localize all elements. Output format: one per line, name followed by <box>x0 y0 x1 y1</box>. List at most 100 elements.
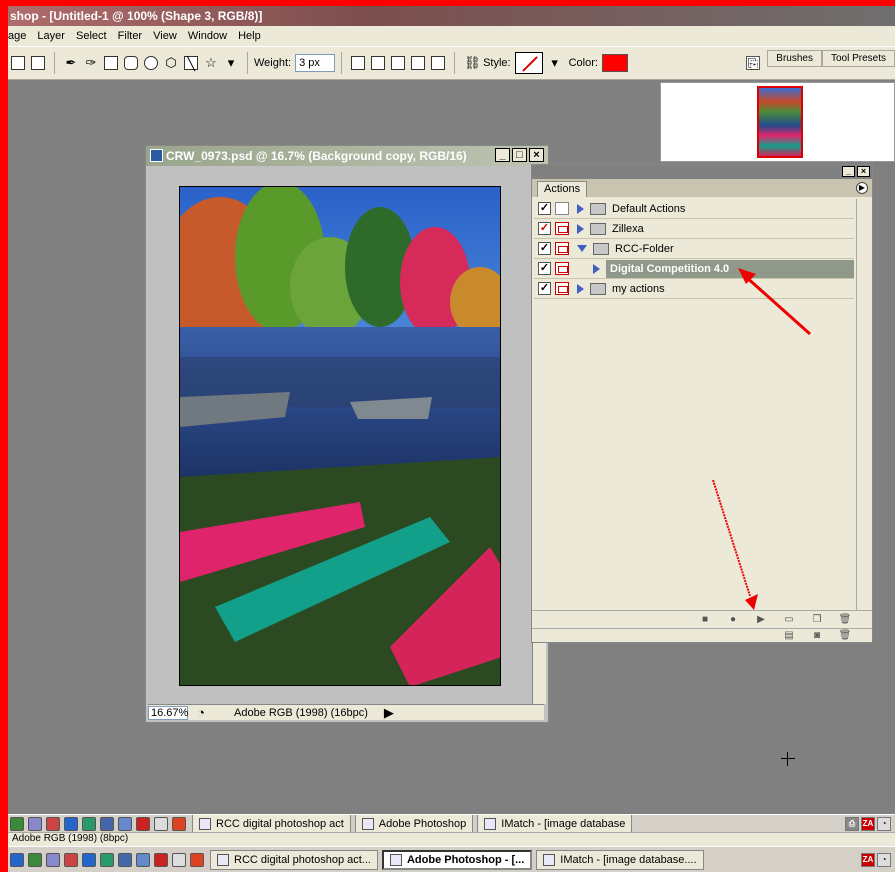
quicklaunch-icon[interactable] <box>172 852 186 867</box>
zonealarm-icon[interactable]: ZA <box>861 852 875 867</box>
action-set-row[interactable]: ✓ my actions <box>534 279 854 299</box>
dialog-toggle[interactable] <box>555 202 569 215</box>
palette-close-button[interactable]: × <box>857 166 870 177</box>
quicklaunch-icon[interactable] <box>82 816 96 831</box>
action-set-row[interactable]: ✓ Zillexa <box>534 219 854 239</box>
maximize-button[interactable]: □ <box>512 148 527 162</box>
quicklaunch-icon[interactable] <box>154 852 168 867</box>
new-action-icon[interactable]: ❐ <box>810 614 824 626</box>
menu-filter[interactable]: Filter <box>118 30 142 42</box>
status-info-icon[interactable]: ◔ <box>194 705 208 720</box>
exclude-shape-icon[interactable] <box>431 56 446 70</box>
palette-titlebar[interactable]: _ × <box>532 165 872 179</box>
quicklaunch-icon[interactable] <box>136 816 150 831</box>
quicklaunch-icon[interactable] <box>190 852 204 867</box>
color-swatch[interactable] <box>601 54 628 72</box>
action-row-selected[interactable]: ✓ Digital Competition 4.0 <box>534 259 854 279</box>
chevron-down-icon[interactable]: ▾ <box>548 56 562 70</box>
task-imatch[interactable]: IMatch - [image database.... <box>536 849 704 870</box>
expand-triangle-icon[interactable] <box>577 203 584 214</box>
quicklaunch-icon[interactable] <box>28 852 42 867</box>
quicklaunch-icon[interactable] <box>82 852 96 867</box>
quicklaunch-icon[interactable] <box>28 816 42 831</box>
tray-icon[interactable]: ⎙ <box>845 816 859 831</box>
menu-window[interactable]: Window <box>188 30 227 42</box>
stop-icon[interactable]: ■ <box>698 614 712 626</box>
quicklaunch-icon[interactable] <box>100 816 114 831</box>
dialog-toggle[interactable] <box>555 222 569 235</box>
photo-canvas[interactable] <box>179 186 501 686</box>
task-adobe-photoshop[interactable]: Adobe Photoshop <box>354 815 474 832</box>
weight-input[interactable]: 3 px <box>295 54 336 72</box>
close-button[interactable]: × <box>529 148 544 162</box>
quicklaunch-icon[interactable] <box>172 816 186 831</box>
task-adobe-photoshop[interactable]: Adobe Photoshop - [... <box>381 849 533 870</box>
quicklaunch-icon[interactable] <box>154 816 168 831</box>
expand-triangle-icon[interactable] <box>577 283 584 294</box>
new-set-folder-icon[interactable]: ▭ <box>782 614 796 626</box>
quicklaunch-icon[interactable] <box>64 816 78 831</box>
rectangle-tool-icon[interactable] <box>104 56 118 70</box>
tray-icon[interactable]: ◔ <box>877 816 891 831</box>
record-icon[interactable]: ● <box>726 614 740 626</box>
pen-tool-icon[interactable]: ✒ <box>64 56 78 70</box>
task-rcc-digital[interactable]: RCC digital photoshop act <box>192 815 351 832</box>
palette-well-icon[interactable]: ⎘ <box>745 56 760 71</box>
shape-layer-icon[interactable] <box>31 56 45 70</box>
style-picker[interactable] <box>514 52 543 74</box>
menu-select[interactable]: Select <box>76 30 107 42</box>
freeform-pen-icon[interactable]: ✑ <box>84 56 98 70</box>
toggle-checkbox[interactable]: ✓ <box>538 282 551 295</box>
quicklaunch-icon[interactable] <box>118 852 132 867</box>
tool-preset-icon[interactable] <box>11 56 25 70</box>
create-new-shape-icon[interactable] <box>351 56 366 70</box>
quicklaunch-icon[interactable] <box>136 852 150 867</box>
minimize-button[interactable]: _ <box>495 148 510 162</box>
palette-minimize-button[interactable]: _ <box>842 166 855 177</box>
task-imatch[interactable]: IMatch - [image database <box>477 815 633 832</box>
toggle-checkbox[interactable]: ✓ <box>538 242 551 255</box>
action-set-row[interactable]: ✓ Default Actions <box>534 199 854 219</box>
tab-tool-presets[interactable]: Tool Presets <box>821 50 895 67</box>
quicklaunch-icon[interactable] <box>46 852 60 867</box>
palette-menu-icon[interactable]: ▶ <box>856 182 868 194</box>
menu-layer[interactable]: Layer <box>37 30 65 42</box>
polygon-tool-icon[interactable]: ⬡ <box>164 56 178 70</box>
document-titlebar[interactable]: CRW_0973.psd @ 16.7% (Background copy, R… <box>146 146 548 166</box>
rounded-rectangle-icon[interactable] <box>124 56 138 70</box>
ellipse-tool-icon[interactable] <box>144 56 158 70</box>
custom-shape-icon[interactable]: ☆ <box>204 56 218 70</box>
status-menu-arrow-icon[interactable]: ▶ <box>382 705 396 720</box>
toggle-checkbox[interactable]: ✓ <box>538 262 551 275</box>
add-to-shape-icon[interactable] <box>371 56 386 70</box>
play-icon[interactable]: ▶ <box>754 614 768 626</box>
trash-icon[interactable]: 🗑 <box>838 630 852 642</box>
menu-help[interactable]: Help <box>238 30 261 42</box>
layers-icon[interactable]: ▤ <box>782 630 796 642</box>
navigator-thumbnail[interactable] <box>757 86 803 158</box>
camera-icon[interactable]: ◙ <box>810 630 824 642</box>
dialog-toggle[interactable] <box>555 242 569 255</box>
zonealarm-icon[interactable]: ZA <box>861 816 875 831</box>
quicklaunch-icon[interactable] <box>100 852 114 867</box>
task-rcc-digital[interactable]: RCC digital photoshop act... <box>210 849 378 870</box>
actions-scrollbar[interactable] <box>856 199 870 611</box>
trash-icon[interactable]: 🗑 <box>838 614 852 626</box>
toggle-checkbox[interactable]: ✓ <box>538 222 551 235</box>
line-tool-icon[interactable]: ╲ <box>184 56 198 71</box>
dialog-toggle[interactable] <box>555 282 569 295</box>
tray-icon[interactable]: ◔ <box>877 852 891 867</box>
quicklaunch-icon[interactable] <box>46 816 60 831</box>
quicklaunch-icon[interactable] <box>64 852 78 867</box>
tab-brushes[interactable]: Brushes <box>767 50 822 67</box>
quicklaunch-icon[interactable] <box>118 816 132 831</box>
subtract-shape-icon[interactable] <box>391 56 406 70</box>
quicklaunch-icon[interactable] <box>10 816 24 831</box>
expand-triangle-icon[interactable] <box>577 223 584 234</box>
menu-image[interactable]: age <box>8 30 26 42</box>
quicklaunch-icon[interactable] <box>10 852 24 867</box>
tab-actions[interactable]: Actions <box>537 181 588 197</box>
expand-triangle-icon[interactable] <box>593 263 600 274</box>
menu-view[interactable]: View <box>153 30 177 42</box>
collapse-triangle-icon[interactable] <box>577 245 587 252</box>
